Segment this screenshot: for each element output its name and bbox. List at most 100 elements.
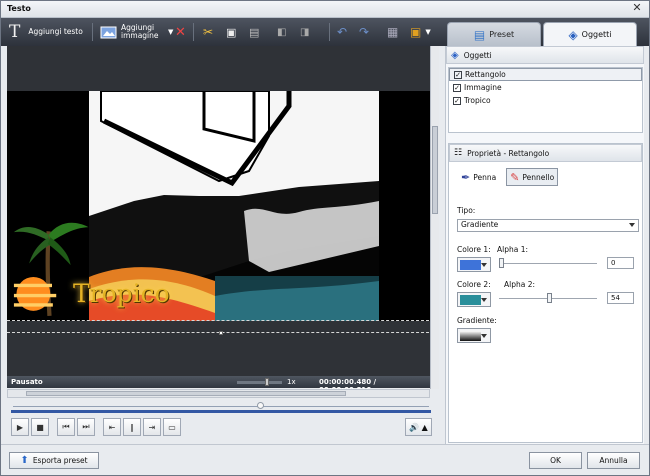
- add-image-button[interactable]: Aggiungi immagine ▼: [100, 21, 173, 43]
- alpha1-input[interactable]: 0: [607, 257, 634, 269]
- object-checkbox[interactable]: ✓: [454, 70, 462, 79]
- timeline[interactable]: [7, 402, 437, 416]
- send-back-button[interactable]: ◨: [300, 21, 309, 43]
- next-button[interactable]: ⏭: [77, 418, 95, 436]
- horizontal-scrollbar[interactable]: [7, 389, 430, 398]
- paste-button[interactable]: ▤: [249, 21, 259, 43]
- bring-forward-button[interactable]: ◧: [277, 21, 286, 43]
- color2-picker[interactable]: [457, 292, 491, 307]
- object-item-tropico[interactable]: ✓ Tropico: [449, 94, 642, 107]
- alpha1-label: Alpha 1:: [497, 245, 529, 254]
- side-tabs: ▤ Preset ◈ Oggetti: [445, 18, 649, 46]
- playback-state: Pausato: [11, 378, 43, 386]
- alpha1-slider[interactable]: [499, 258, 597, 270]
- volume-button[interactable]: 🔊 ▲: [405, 418, 432, 436]
- brush-icon: ✎: [510, 170, 520, 184]
- close-icon[interactable]: ✕: [630, 2, 644, 15]
- object-checkbox[interactable]: ✓: [453, 96, 461, 105]
- alpha1-thumb[interactable]: [499, 258, 504, 268]
- alpha2-input[interactable]: 54: [607, 292, 634, 304]
- selection-top-guide: [7, 320, 439, 321]
- trim-end-button[interactable]: ⇥: [143, 418, 161, 436]
- trim-start-icon: ⇤: [108, 422, 116, 432]
- tab-preset[interactable]: ▤ Preset: [447, 22, 541, 46]
- play-button[interactable]: ▶: [11, 418, 29, 436]
- dropdown-arrow-icon[interactable]: [481, 263, 487, 267]
- properties-header: ☷ Proprietà - Rettangolo: [449, 144, 642, 162]
- speed-slider-thumb[interactable]: [265, 378, 269, 386]
- fit-button[interactable]: ▭: [163, 418, 181, 436]
- title-bar: Testo ✕: [1, 1, 649, 18]
- tab-objects-label: Oggetti: [581, 30, 612, 39]
- objects-icon: ◈: [568, 27, 578, 42]
- object-item-image[interactable]: ✓ Immagine: [449, 81, 642, 94]
- dropdown-arrow-icon[interactable]: [481, 298, 487, 302]
- playhead[interactable]: [257, 402, 264, 409]
- redo-button[interactable]: ↷: [359, 21, 369, 43]
- fill-type-value: Gradiente: [461, 220, 499, 229]
- object-checkbox[interactable]: ✓: [453, 83, 461, 92]
- playback-controls: ▶ ■ ⏮ ⏭ ⇤ ∥ ⇥ ▭: [11, 418, 181, 436]
- resize-handle[interactable]: [219, 331, 223, 335]
- dropdown-arrow-icon[interactable]: ▼: [168, 28, 173, 36]
- scissors-icon: ✂: [203, 25, 214, 39]
- scroll-thumb[interactable]: [432, 126, 438, 214]
- vertical-scrollbar[interactable]: [430, 46, 439, 389]
- copy-icon: ▣: [226, 25, 237, 39]
- split-button[interactable]: ∥: [123, 418, 141, 436]
- cut-button[interactable]: ✂: [203, 21, 213, 43]
- color2-label: Colore 2:: [457, 280, 491, 289]
- objects-header: ◈ Oggetti: [446, 46, 644, 64]
- properties-icon: ☷: [454, 148, 463, 158]
- gradient-label: Gradiente:: [457, 316, 497, 325]
- redo-icon: ↷: [359, 25, 370, 39]
- brush-tool-button[interactable]: ✎ Pennello: [506, 168, 559, 186]
- horizontal-scroll-thumb[interactable]: [26, 391, 346, 396]
- gradient-picker[interactable]: [457, 328, 491, 343]
- delete-button[interactable]: ✕: [175, 21, 186, 43]
- pen-tool-button[interactable]: ✒ Penna: [457, 168, 500, 186]
- object-item-rectangle[interactable]: ✓ Rettangolo: [449, 68, 642, 81]
- pen-icon: ✒: [461, 170, 471, 184]
- objects-panel: ◈ Oggetti ✓ Rettangolo ✓ Immagine ✓ Trop…: [445, 46, 644, 444]
- trim-end-icon: ⇥: [148, 422, 156, 432]
- dropdown-arrow-icon[interactable]: [481, 334, 487, 338]
- dropdown-arrow-icon[interactable]: ▼: [425, 28, 430, 36]
- selected-range[interactable]: [11, 410, 431, 413]
- stop-icon: ■: [36, 422, 44, 432]
- object-label: Immagine: [464, 83, 502, 92]
- split-icon: ∥: [130, 422, 134, 432]
- color1-label: Colore 1:: [457, 245, 491, 254]
- grid-button[interactable]: ▦: [387, 21, 398, 43]
- type-label: Tipo:: [457, 206, 476, 215]
- speed-value: 1x: [287, 378, 296, 386]
- previous-icon: ⏮: [62, 422, 70, 431]
- cancel-button[interactable]: Annulla: [587, 452, 640, 469]
- timeline-track[interactable]: [13, 406, 429, 407]
- speed-slider[interactable]: [237, 381, 282, 384]
- previous-button[interactable]: ⏮: [57, 418, 75, 436]
- grid-icon: ▦: [387, 25, 399, 39]
- toolbar-separator: [92, 23, 93, 41]
- ok-button[interactable]: OK: [529, 452, 582, 469]
- next-icon: ⏭: [82, 422, 90, 431]
- tropico-caption[interactable]: Tropico: [73, 279, 170, 308]
- alpha2-slider[interactable]: [499, 293, 597, 305]
- add-text-label: Aggiungi testo: [28, 27, 83, 36]
- dropdown-arrow-icon[interactable]: [629, 223, 635, 227]
- trim-start-button[interactable]: ⇤: [103, 418, 121, 436]
- copy-button[interactable]: ▣: [226, 21, 236, 43]
- play-icon: ▶: [16, 422, 24, 432]
- tab-objects[interactable]: ◈ Oggetti: [543, 22, 637, 46]
- color1-picker[interactable]: [457, 257, 491, 272]
- frame-button[interactable]: ▣ ▼: [410, 21, 431, 43]
- fill-type-select[interactable]: Gradiente: [457, 219, 639, 232]
- undo-button[interactable]: ↶: [337, 21, 347, 43]
- export-preset-button[interactable]: ⬆ Esporta preset: [9, 452, 99, 469]
- add-text-button[interactable]: T Aggiungi testo: [9, 21, 83, 43]
- layer-icon: ◧: [277, 26, 287, 38]
- alpha2-thumb[interactable]: [547, 293, 552, 303]
- dialog-footer: ⬆ Esporta preset OK Annulla: [1, 444, 649, 475]
- toolbar: T Aggiungi testo Aggiungi immagine ▼ ✕ ✂…: [1, 18, 445, 46]
- stop-button[interactable]: ■: [31, 418, 49, 436]
